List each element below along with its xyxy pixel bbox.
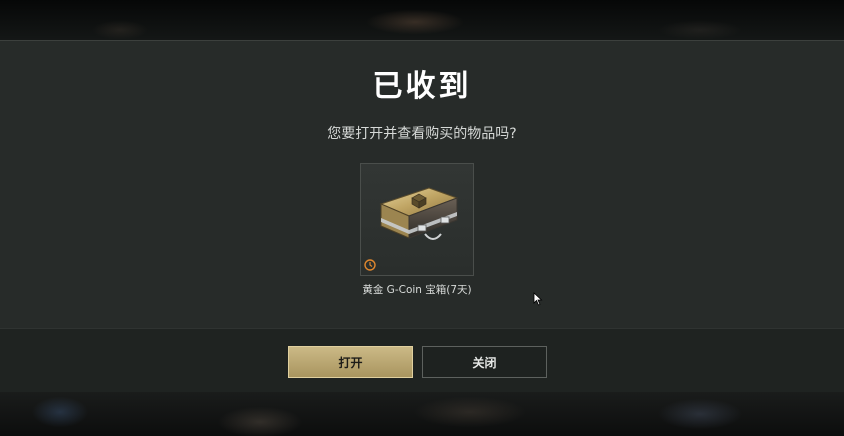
game-backdrop-bottom xyxy=(0,392,844,436)
open-button-label: 打开 xyxy=(338,355,363,370)
close-button-label: 关闭 xyxy=(472,355,497,370)
dialog-question: 您要打开并查看购买的物品吗? xyxy=(327,126,517,142)
item-card[interactable] xyxy=(360,163,474,276)
close-button[interactable]: 关闭 xyxy=(422,346,547,378)
game-backdrop-top xyxy=(0,0,844,40)
gold-gcoin-crate-icon xyxy=(379,187,459,240)
dialog-footer: 打开 关闭 xyxy=(0,328,844,393)
item-name: 黄金 G-Coin 宝箱(7天) xyxy=(362,284,472,296)
mouse-cursor-icon xyxy=(533,292,543,306)
received-dialog: 已收到 您要打开并查看购买的物品吗? 黄金 G-Coin 宝箱(7天) xyxy=(0,40,844,329)
clock-icon xyxy=(364,259,376,271)
dialog-title: 已收到 xyxy=(372,69,472,104)
open-button[interactable]: 打开 xyxy=(288,346,413,378)
